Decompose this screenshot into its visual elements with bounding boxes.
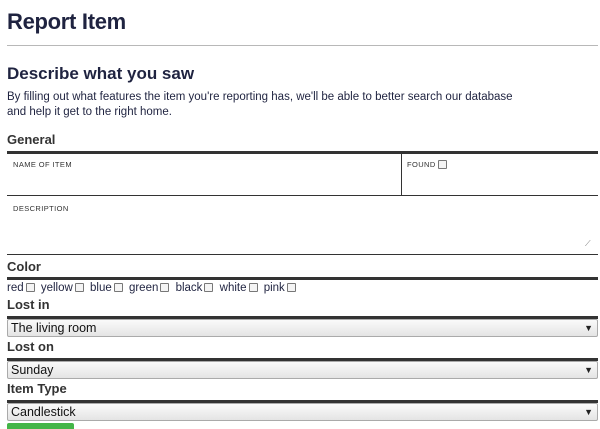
item-type-select[interactable]: Candlestick ▼ [7,403,598,421]
color-option-yellow[interactable]: yellow [41,282,86,294]
name-of-item-field[interactable]: NAME OF ITEM [7,154,401,196]
submit-button[interactable] [7,423,74,429]
color-checkbox-pink[interactable] [286,282,296,292]
color-option-red[interactable]: red [7,282,37,294]
description-label: DESCRIPTION [13,204,69,213]
intro-text: By filling out what features the item yo… [7,90,527,120]
color-label-pink: pink [263,282,285,294]
lost-on-select[interactable]: Sunday ▼ [7,361,598,379]
chevron-down-icon: ▼ [584,365,593,375]
color-label-black: black [175,282,203,294]
field-separator [401,154,402,196]
found-checkbox[interactable] [437,160,447,170]
lost-in-value: The living room [11,321,97,335]
chevron-down-icon: ▼ [584,407,593,417]
color-checkbox-red[interactable] [25,282,35,292]
description-field[interactable]: DESCRIPTION [7,197,598,255]
color-label-blue: blue [90,282,112,294]
intro-line-1: By filling out what features the item yo… [7,91,513,103]
name-of-item-label: NAME OF ITEM [13,160,72,169]
page-title: Report Item [7,9,126,34]
color-divider [7,277,598,280]
color-option-blue[interactable]: blue [90,282,125,294]
color-label-green: green [128,282,159,294]
color-checkbox-white[interactable] [248,282,258,292]
chevron-down-icon: ▼ [584,323,593,333]
section-title: Describe what you saw [7,64,195,83]
item-type-value: Candlestick [11,405,76,419]
lost-in-select[interactable]: The living room ▼ [7,319,598,337]
color-options: red yellow blue green black white pink [7,282,299,294]
title-divider [7,45,598,46]
intro-line-2: and help it get to the right home. [7,106,172,118]
item-type-label: Item Type [7,381,67,396]
color-label-white: white [219,282,247,294]
color-option-white[interactable]: white [220,282,260,294]
color-checkbox-blue[interactable] [113,282,123,292]
color-label-yellow: yellow [40,282,73,294]
found-row: FOUND [407,160,449,170]
lost-in-label: Lost in [7,297,50,312]
lost-on-value: Sunday [11,363,54,377]
resize-grip-icon[interactable]: ⟋ [585,240,593,248]
color-checkbox-black[interactable] [204,282,214,292]
color-option-pink[interactable]: pink [264,282,298,294]
lost-on-label: Lost on [7,339,54,354]
color-checkbox-green[interactable] [160,282,170,292]
found-label: FOUND [407,160,436,169]
color-option-black[interactable]: black [176,282,216,294]
color-label: Color [7,259,41,274]
color-option-green[interactable]: green [129,282,171,294]
color-checkbox-yellow[interactable] [74,282,84,292]
color-label-red: red [7,282,24,294]
general-label: General [7,132,56,147]
